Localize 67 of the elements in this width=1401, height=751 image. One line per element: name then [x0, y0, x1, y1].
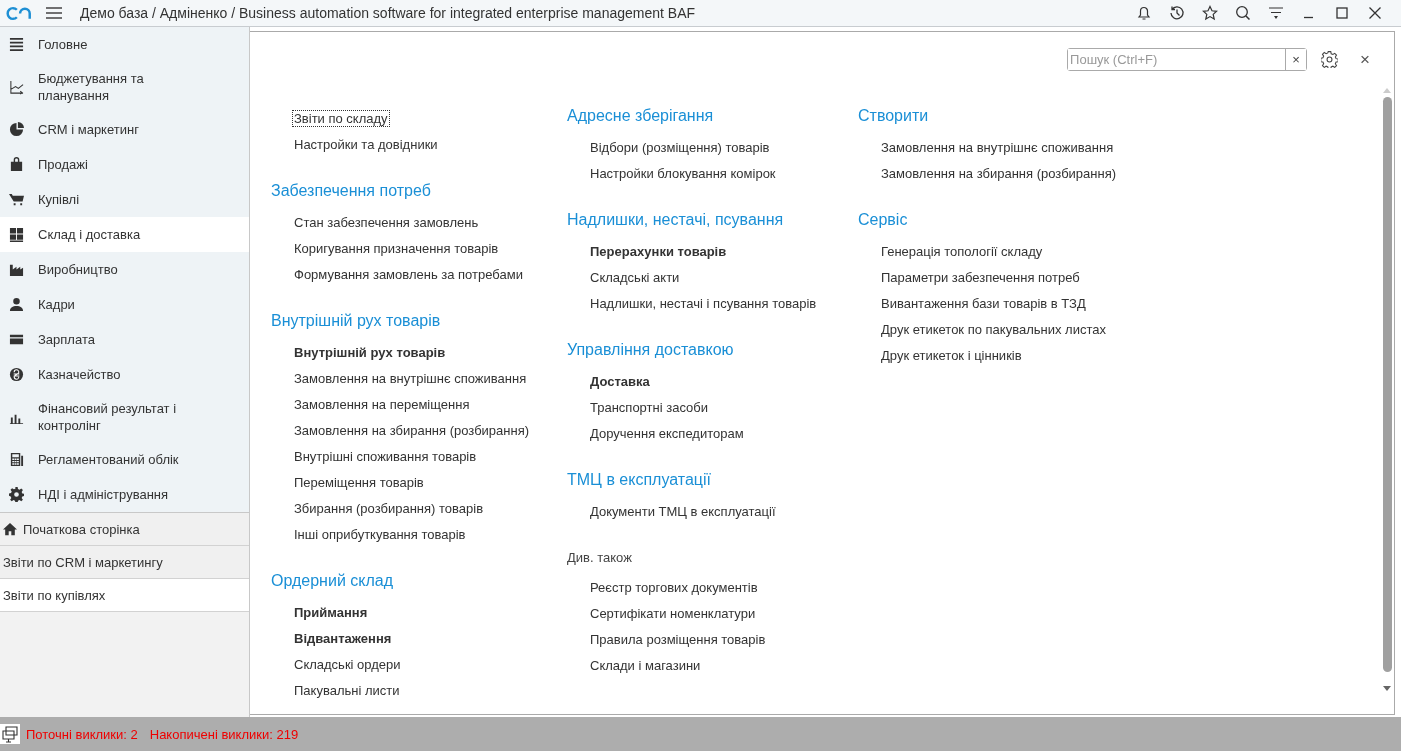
section-heading: ТМЦ в експлуатації — [567, 470, 712, 490]
menu-link[interactable]: Параметри забезпечення потреб — [879, 268, 1082, 286]
menu-link[interactable]: Транспортні засоби — [588, 398, 710, 416]
section-heading: Сервіс — [858, 210, 909, 230]
menu-link[interactable]: Надлишки, нестачі і псування товарів — [588, 294, 819, 312]
sidebar-item[interactable]: Склад і доставка — [0, 217, 249, 252]
menu-link[interactable]: Реєстр торгових документів — [588, 578, 760, 596]
section-heading: Управління доставкою — [567, 340, 735, 360]
menu-link[interactable]: Вивантаження бази товарів в ТЗД — [879, 294, 1088, 312]
menu-link[interactable]: Доручення експедиторам — [588, 424, 746, 442]
status-text: Накопичені виклики: 219 — [149, 726, 299, 742]
menu-link[interactable]: Внутрішні споживання товарів — [292, 447, 479, 465]
sidebar-item[interactable]: Купівлі — [0, 182, 249, 217]
menu-link[interactable]: Настройки блокування комірок — [588, 164, 778, 182]
menu-link[interactable]: Настройки та довідники — [292, 135, 440, 153]
sidebar-item[interactable]: Зарплата — [0, 322, 249, 357]
see-also-label: Див. також — [567, 549, 633, 567]
sidebar-item[interactable]: Фінансовий результат і контролінг — [0, 392, 249, 442]
menu-link[interactable]: Замовлення на збирання (розбирання) — [292, 421, 532, 439]
menu-link[interactable]: Пакувальні листи — [292, 681, 402, 699]
menu-link[interactable]: Друк етикеток і цінників — [879, 346, 1024, 364]
menu-link[interactable]: Внутрішній рух товарів — [292, 343, 448, 361]
sidebar-item[interactable]: Бюджетування та планування — [0, 62, 249, 112]
menu-link[interactable]: Відбори (розміщення) товарів — [588, 138, 772, 156]
menu-link[interactable]: Приймання — [292, 603, 370, 621]
section-heading: Створити — [858, 106, 930, 126]
menu-link[interactable]: Замовлення на внутрішнє споживання — [292, 369, 529, 387]
menu-link[interactable]: Формування замовлень за потребами — [292, 265, 525, 283]
menu-link[interactable]: Стан забезпечення замовлень — [292, 213, 481, 231]
sidebar-item[interactable]: НДІ і адміністрування — [0, 477, 249, 512]
menu-link[interactable]: Складські ордери — [292, 655, 403, 673]
clear-search-button[interactable]: × — [1285, 49, 1307, 70]
sidebar-item[interactable]: Головне — [0, 27, 249, 62]
menu-link[interactable]: Переміщення товарів — [292, 473, 426, 491]
section-heading: Адресне зберігання — [567, 106, 715, 126]
section-heading: Надлишки, нестачі, псування — [567, 210, 785, 230]
sidebar-item[interactable]: Казначейство — [0, 357, 249, 392]
menu-link[interactable]: Замовлення на збирання (розбирання) — [879, 164, 1119, 182]
menu-link[interactable]: Доставка — [588, 372, 652, 390]
menu-link[interactable]: Звіти по складу — [292, 109, 390, 127]
menu-link[interactable]: Відвантаження — [292, 629, 394, 647]
section-heading: Забезпечення потреб — [271, 181, 432, 201]
sidebar-item[interactable]: Регламентований облік — [0, 442, 249, 477]
menu-link[interactable]: Замовлення на внутрішнє споживання — [879, 138, 1116, 156]
status-text: Поточні виклики: 2 — [26, 726, 138, 742]
menu-link[interactable]: Склади і магазини — [588, 656, 703, 674]
menu-link[interactable]: Друк етикеток по пакувальних листах — [879, 320, 1108, 338]
section-heading: Ордерний склад — [271, 571, 394, 591]
open-window-tab[interactable]: Звіти по купівлях — [0, 579, 249, 612]
sidebar-item[interactable]: Продажі — [0, 147, 249, 182]
menu-link[interactable]: Сертифікати номенклатури — [588, 604, 758, 622]
menu-link[interactable]: Замовлення на переміщення — [292, 395, 472, 413]
menu-link[interactable]: Перерахунки товарів — [588, 242, 729, 260]
menu-link[interactable]: Коригування призначення товарів — [292, 239, 501, 257]
menu-link[interactable]: Складські акти — [588, 268, 682, 286]
menu-link[interactable]: Генерація топології складу — [879, 242, 1045, 260]
menu-link[interactable]: Збирання (розбирання) товарів — [292, 499, 486, 517]
sidebar-item[interactable]: Кадри — [0, 287, 249, 322]
sidebar-item[interactable]: CRM і маркетинг — [0, 112, 249, 147]
window-title: Демо база / Адміненко / Business automation software for integrated enterprise management BAF — [80, 5, 695, 21]
search-field[interactable]: Пошук (Ctrl+F) × — [1067, 48, 1308, 71]
menu-link[interactable]: Інші оприбуткування товарів — [292, 525, 468, 543]
close-button[interactable]: × — [1356, 49, 1374, 70]
sidebar-item[interactable]: Виробництво — [0, 252, 249, 287]
section-heading: Внутрішній рух товарів — [271, 311, 442, 331]
menu-link[interactable]: Документи ТМЦ в експлуатації — [588, 502, 778, 520]
menu-link[interactable]: Правила розміщення товарів — [588, 630, 768, 648]
